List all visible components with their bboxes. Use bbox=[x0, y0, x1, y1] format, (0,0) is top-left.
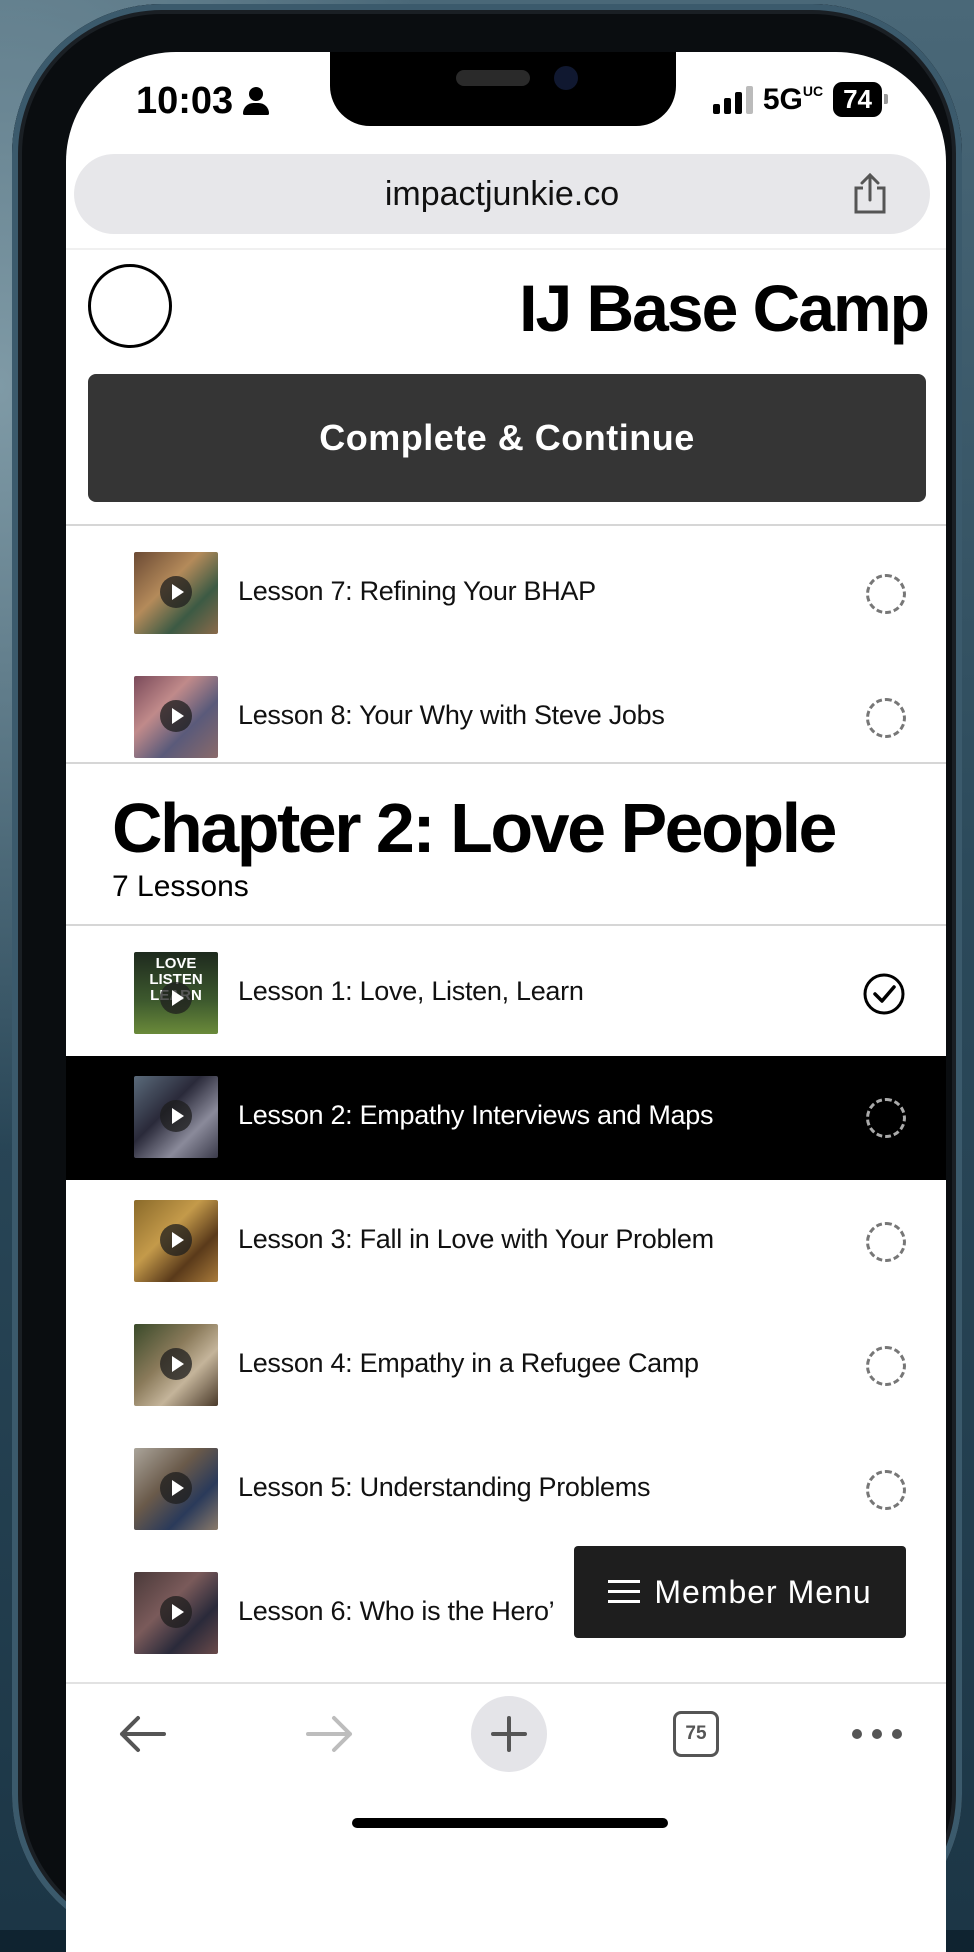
more-dots-icon bbox=[852, 1729, 902, 1739]
incomplete-status-icon bbox=[866, 698, 906, 738]
lesson-thumbnail bbox=[134, 676, 218, 758]
lesson-row[interactable]: Lesson 3: Fall in Love with Your Problem bbox=[66, 1180, 946, 1304]
back-button[interactable] bbox=[102, 1694, 182, 1774]
lesson-row[interactable]: Lesson 5: Understanding Problems bbox=[66, 1428, 946, 1552]
divider bbox=[66, 524, 946, 526]
lesson-title: Lesson 3: Fall in Love with Your Problem bbox=[238, 1224, 714, 1254]
lesson-title: Lesson 2: Empathy Interviews and Maps bbox=[238, 1100, 714, 1130]
network-label: 5GUC bbox=[762, 82, 824, 116]
complete-check-icon bbox=[863, 973, 905, 1015]
url-text: impactjunkie.co bbox=[384, 174, 620, 213]
play-icon bbox=[160, 1348, 192, 1380]
chapter-lesson-count: 7 Lessons bbox=[112, 870, 249, 903]
play-icon bbox=[160, 700, 192, 732]
lesson-row[interactable]: LOVE LISTEN LEARN Lesson 1: Love, Listen… bbox=[66, 932, 946, 1056]
play-icon bbox=[160, 1596, 192, 1628]
play-icon bbox=[160, 1100, 192, 1132]
phone-frame: 10:03 5GUC 74 impactjunkie.co IJ Base Ca… bbox=[12, 4, 962, 1952]
screen: 10:03 5GUC 74 impactjunkie.co IJ Base Ca… bbox=[66, 52, 946, 1952]
more-button[interactable] bbox=[842, 1694, 912, 1774]
address-bar[interactable]: impactjunkie.co bbox=[74, 154, 930, 234]
signal-icon bbox=[712, 85, 753, 114]
play-icon bbox=[160, 1472, 192, 1504]
toolbar-divider bbox=[66, 1682, 946, 1684]
lesson-thumbnail bbox=[134, 1572, 218, 1654]
battery-icon: 74 bbox=[833, 82, 888, 117]
hamburger-icon bbox=[608, 1580, 641, 1604]
lesson-title: Lesson 6: Who is the Hero’ bbox=[238, 1596, 555, 1626]
lesson-thumbnail: LOVE LISTEN LEARN bbox=[134, 952, 218, 1034]
plus-icon bbox=[471, 1696, 547, 1772]
new-tab-button[interactable] bbox=[470, 1694, 548, 1774]
lesson-thumbnail bbox=[134, 1448, 218, 1530]
divider bbox=[66, 924, 946, 926]
lesson-title: Lesson 7: Refining Your BHAP bbox=[238, 576, 596, 606]
back-arrow-icon bbox=[120, 1716, 166, 1752]
divider bbox=[66, 762, 946, 764]
lesson-title: Lesson 4: Empathy in a Refugee Camp bbox=[238, 1348, 699, 1378]
lesson-title: Lesson 8: Your Why with Steve Jobs bbox=[238, 700, 665, 730]
person-icon bbox=[243, 86, 270, 117]
tabs-button[interactable]: 75 bbox=[666, 1694, 726, 1774]
lesson-title: Lesson 5: Understanding Problems bbox=[238, 1472, 651, 1502]
play-icon bbox=[160, 982, 192, 1014]
play-icon bbox=[160, 1224, 192, 1256]
home-indicator bbox=[352, 1818, 668, 1828]
incomplete-status-icon bbox=[866, 1222, 906, 1262]
status-indicators: 5GUC 74 bbox=[712, 82, 888, 117]
lesson-thumbnail bbox=[134, 1324, 218, 1406]
status-time: 10:03 bbox=[136, 80, 270, 123]
lesson-row[interactable]: Lesson 4: Empathy in a Refugee Camp bbox=[66, 1304, 946, 1428]
lesson-thumbnail bbox=[134, 1076, 218, 1158]
lesson-thumbnail bbox=[134, 1200, 218, 1282]
member-menu-button[interactable]: Member Menu bbox=[574, 1546, 906, 1638]
share-icon[interactable] bbox=[850, 172, 890, 216]
complete-continue-button[interactable]: Complete & Continue bbox=[88, 374, 926, 502]
speaker bbox=[456, 70, 530, 86]
tabs-count-icon: 75 bbox=[673, 1711, 719, 1757]
play-icon bbox=[160, 576, 192, 608]
lesson-row-active[interactable]: Lesson 2: Empathy Interviews and Maps bbox=[66, 1056, 946, 1180]
forward-arrow-icon bbox=[306, 1716, 352, 1752]
incomplete-status-icon bbox=[866, 574, 906, 614]
header-divider bbox=[66, 248, 946, 250]
lesson-thumbnail bbox=[134, 552, 218, 634]
lesson-title: Lesson 1: Love, Listen, Learn bbox=[238, 976, 584, 1006]
lesson-row[interactable]: Lesson 7: Refining Your BHAP bbox=[66, 532, 946, 656]
page-title: IJ Base Camp bbox=[519, 271, 930, 345]
clock: 10:03 bbox=[136, 80, 234, 122]
incomplete-status-icon bbox=[866, 1470, 906, 1510]
member-menu-label: Member Menu bbox=[654, 1573, 872, 1610]
forward-button[interactable] bbox=[290, 1694, 370, 1774]
notch bbox=[330, 52, 676, 126]
incomplete-status-icon bbox=[866, 1346, 906, 1386]
chapter-title: Chapter 2: Love People bbox=[112, 789, 837, 867]
avatar[interactable] bbox=[88, 264, 172, 348]
camera bbox=[554, 66, 578, 90]
incomplete-status-icon bbox=[866, 1098, 906, 1138]
